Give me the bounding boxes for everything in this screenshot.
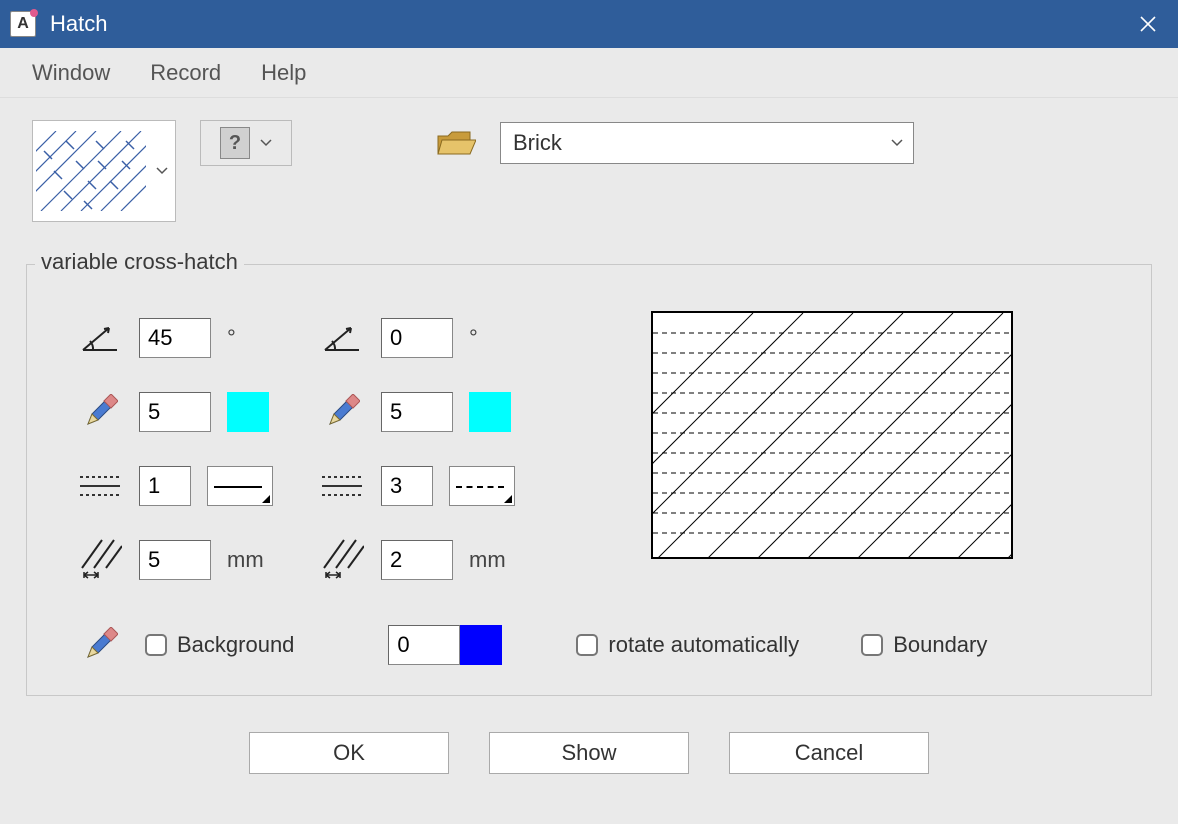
- degree-unit: °: [469, 325, 521, 351]
- menu-window[interactable]: Window: [18, 54, 124, 92]
- menubar: Window Record Help: [0, 48, 1178, 98]
- pencil-icon: [319, 392, 365, 432]
- angle-icon: [319, 318, 365, 358]
- window-title: Hatch: [50, 11, 107, 37]
- linetype-2-picker[interactable]: [449, 466, 515, 506]
- close-icon: [1140, 16, 1156, 32]
- rotate-auto-label: rotate automatically: [608, 632, 799, 658]
- linetype-2-input[interactable]: [381, 466, 433, 506]
- help-dropdown[interactable]: ?: [200, 120, 292, 166]
- background-color[interactable]: [460, 625, 502, 665]
- linetype-1-picker[interactable]: [207, 466, 273, 506]
- top-row: ? Brick: [18, 98, 1160, 246]
- background-checkbox[interactable]: Background: [145, 632, 294, 658]
- pencil-icon: [77, 392, 123, 432]
- hatch-name-value: Brick: [513, 130, 891, 156]
- hatch-set-2: °: [319, 315, 521, 583]
- background-pen-input[interactable]: [388, 625, 460, 665]
- checkbox-icon: [576, 634, 598, 656]
- hatch-name-combo[interactable]: Brick: [500, 122, 914, 164]
- cancel-button[interactable]: Cancel: [729, 732, 929, 774]
- background-label: Background: [177, 632, 294, 658]
- app-icon: A: [10, 11, 36, 37]
- pen-2-color[interactable]: [469, 392, 511, 432]
- angle-1-input[interactable]: [139, 318, 211, 358]
- boundary-label: Boundary: [893, 632, 987, 658]
- menu-help[interactable]: Help: [247, 54, 320, 92]
- chevron-down-icon: [891, 139, 903, 147]
- mm-unit: mm: [469, 547, 521, 573]
- close-button[interactable]: [1126, 0, 1170, 48]
- hatch-swatch-icon: [33, 121, 149, 221]
- ok-button[interactable]: OK: [249, 732, 449, 774]
- linetype-1-input[interactable]: [139, 466, 191, 506]
- dialog-body: ? Brick variable cross-hatch: [0, 98, 1178, 786]
- show-button[interactable]: Show: [489, 732, 689, 774]
- spacing-2-input[interactable]: [381, 540, 453, 580]
- linetype-icon: [77, 466, 123, 506]
- boundary-checkbox[interactable]: Boundary: [861, 632, 987, 658]
- pen-2-input[interactable]: [381, 392, 453, 432]
- group-legend: variable cross-hatch: [35, 249, 244, 275]
- chevron-down-icon: [260, 139, 272, 147]
- spacing-icon: [77, 540, 123, 580]
- hatch-preview: [651, 311, 1013, 559]
- rotate-auto-checkbox[interactable]: rotate automatically: [576, 632, 799, 658]
- options-row: Background rotate automatically Boundary: [77, 625, 1123, 665]
- hatch-set-1: °: [77, 315, 279, 583]
- variable-cross-hatch-group: variable cross-hatch °: [26, 264, 1152, 696]
- menu-record[interactable]: Record: [136, 54, 235, 92]
- chevron-down-icon: [149, 121, 175, 221]
- linetype-icon: [319, 466, 365, 506]
- hatch-pattern-dropdown[interactable]: [32, 120, 176, 222]
- spacing-1-input[interactable]: [139, 540, 211, 580]
- angle-2-input[interactable]: [381, 318, 453, 358]
- folder-button[interactable]: [436, 130, 476, 160]
- angle-icon: [77, 318, 123, 358]
- titlebar: A Hatch: [0, 0, 1178, 48]
- pen-1-input[interactable]: [139, 392, 211, 432]
- degree-unit: °: [227, 325, 279, 351]
- checkbox-icon: [861, 634, 883, 656]
- button-row: OK Show Cancel: [18, 704, 1160, 786]
- pencil-icon: [77, 625, 123, 665]
- pen-1-color[interactable]: [227, 392, 269, 432]
- folder-icon: [436, 130, 476, 160]
- book-icon: ?: [220, 127, 250, 159]
- spacing-icon: [319, 540, 365, 580]
- mm-unit: mm: [227, 547, 279, 573]
- checkbox-icon: [145, 634, 167, 656]
